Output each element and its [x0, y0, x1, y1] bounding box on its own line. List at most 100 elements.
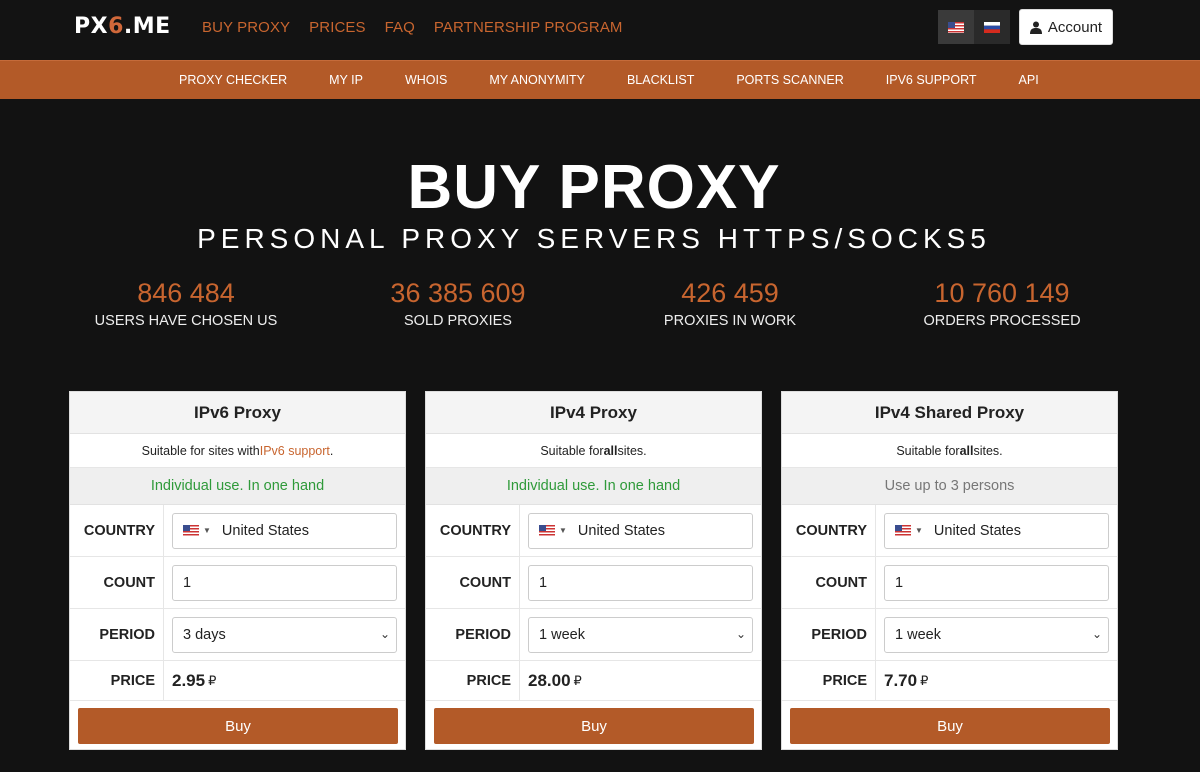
us-flag-icon — [948, 21, 964, 33]
buy-button[interactable]: Buy — [78, 708, 398, 744]
subnav-api[interactable]: API — [1019, 73, 1039, 87]
language-switcher — [938, 10, 1010, 44]
stat-number: 426 459 — [681, 278, 779, 308]
count-label: COUNT — [70, 557, 164, 608]
chevron-down-icon: ⌄ — [379, 626, 390, 641]
subnav-ipv6-support[interactable]: IPV6 SUPPORT — [886, 73, 977, 87]
count-input[interactable]: 1 — [172, 564, 397, 601]
user-icon — [1029, 21, 1042, 34]
price-label: PRICE — [782, 661, 876, 700]
price-label: PRICE — [426, 661, 520, 700]
country-row: COUNTRY ▼ United States — [782, 505, 1117, 557]
nav-prices[interactable]: PRICES — [309, 19, 365, 36]
price-value: 28.00 — [528, 670, 571, 690]
period-label: PERIOD — [426, 609, 520, 660]
price-row: PRICE 7.70 ₽ — [782, 661, 1117, 701]
period-label: PERIOD — [70, 609, 164, 660]
period-row: PERIOD 1 week ⌄ — [782, 609, 1117, 661]
card-title: IPv4 Proxy — [426, 392, 761, 434]
card-suitability: Suitable for all sites. — [426, 434, 761, 468]
ru-flag-icon — [984, 21, 1000, 33]
country-label: COUNTRY — [426, 505, 520, 556]
subnav-proxy-checker[interactable]: PROXY CHECKER — [179, 73, 287, 87]
caret-down-icon: ▼ — [559, 526, 567, 535]
card-usage-note: Use up to 3 persons — [782, 468, 1117, 505]
stat-in-work: 426 459 PROXIES IN WORK — [594, 278, 866, 329]
stats-row: 846 484 USERS HAVE CHOSEN US 36 385 609 SO… — [50, 278, 1138, 329]
account-label: Account — [1047, 18, 1103, 36]
price-value: 7.70 — [884, 670, 918, 690]
card-suitability: Suitable for sites with IPv6 support. — [70, 434, 405, 468]
chevron-down-icon: ⌄ — [1091, 626, 1102, 641]
country-select[interactable]: ▼ United States — [528, 512, 753, 549]
currency-symbol: ₽ — [573, 672, 582, 688]
site-logo[interactable]: PX6.ME — [74, 14, 171, 39]
subnav-blacklist[interactable]: BLACKLIST — [627, 73, 694, 87]
lang-en-button[interactable] — [938, 10, 974, 44]
nav-faq[interactable]: FAQ — [385, 19, 415, 36]
card-usage-note: Individual use. In one hand — [426, 468, 761, 505]
count-row: COUNT 1 — [426, 557, 761, 609]
top-bar: PX6.ME BUY PROXY PRICES FAQ PARTNERSHIP … — [0, 0, 1200, 60]
chevron-down-icon: ⌄ — [735, 626, 746, 641]
us-flag-icon — [539, 525, 555, 536]
period-row: PERIOD 1 week ⌄ — [426, 609, 761, 661]
stat-number: 36 385 609 — [390, 278, 526, 308]
period-select[interactable]: 1 week ⌄ — [528, 616, 753, 653]
card-usage-note: Individual use. In one hand — [70, 468, 405, 505]
country-label: COUNTRY — [70, 505, 164, 556]
tools-nav: PROXY CHECKER MY IP WHOIS MY ANONYMITY B… — [0, 60, 1200, 99]
stat-orders: 10 760 149 ORDERS PROCESSED — [866, 278, 1138, 329]
buy-button[interactable]: Buy — [790, 708, 1110, 744]
us-flag-icon — [895, 525, 911, 536]
stat-label: PROXIES IN WORK — [663, 313, 797, 329]
price-label: PRICE — [70, 661, 164, 700]
us-flag-icon — [183, 525, 199, 536]
period-label: PERIOD — [782, 609, 876, 660]
stat-number: 846 484 — [137, 278, 235, 308]
stat-label: ORDERS PROCESSED — [923, 313, 1081, 329]
count-label: COUNT — [426, 557, 520, 608]
lang-ru-button[interactable] — [974, 10, 1010, 44]
stat-sold: 36 385 609 SOLD PROXIES — [322, 278, 594, 329]
subnav-whois[interactable]: WHOIS — [405, 73, 447, 87]
product-card-ipv6: IPv6 Proxy Suitable for sites with IPv6 … — [69, 391, 406, 750]
period-select[interactable]: 3 days ⌄ — [172, 616, 397, 653]
country-row: COUNTRY ▼ United States — [70, 505, 405, 557]
country-label: COUNTRY — [782, 505, 876, 556]
stat-label: SOLD PROXIES — [404, 313, 512, 329]
nav-buy-proxy[interactable]: BUY PROXY — [202, 19, 290, 36]
count-input[interactable]: 1 — [528, 564, 753, 601]
stat-users: 846 484 USERS HAVE CHOSEN US — [50, 278, 322, 329]
price-value: 2.95 — [172, 670, 206, 690]
card-title: IPv6 Proxy — [70, 392, 405, 434]
stat-label: USERS HAVE CHOSEN US — [94, 313, 278, 329]
subnav-ports-scanner[interactable]: PORTS SCANNER — [736, 73, 843, 87]
count-row: COUNT 1 — [782, 557, 1117, 609]
product-card-ipv4-shared: IPv4 Shared Proxy Suitable for all sites… — [781, 391, 1118, 750]
card-suitability: Suitable for all sites. — [782, 434, 1117, 468]
ipv6-support-link[interactable]: IPv6 support — [260, 444, 330, 458]
price-row: PRICE 28.00 ₽ — [426, 661, 761, 701]
page-title: BUY PROXY — [407, 153, 781, 222]
subnav-my-anonymity[interactable]: MY ANONYMITY — [489, 73, 585, 87]
country-row: COUNTRY ▼ United States — [426, 505, 761, 557]
product-card-ipv4: IPv4 Proxy Suitable for all sites. Indiv… — [425, 391, 762, 750]
count-row: COUNT 1 — [70, 557, 405, 609]
buy-button[interactable]: Buy — [434, 708, 754, 744]
currency-symbol: ₽ — [920, 672, 929, 688]
period-row: PERIOD 3 days ⌄ — [70, 609, 405, 661]
country-select[interactable]: ▼ United States — [884, 512, 1109, 549]
caret-down-icon: ▼ — [915, 526, 923, 535]
count-label: COUNT — [782, 557, 876, 608]
count-input[interactable]: 1 — [884, 564, 1109, 601]
price-row: PRICE 2.95 ₽ — [70, 661, 405, 701]
country-select[interactable]: ▼ United States — [172, 512, 397, 549]
subnav-my-ip[interactable]: MY IP — [329, 73, 363, 87]
period-select[interactable]: 1 week ⌄ — [884, 616, 1109, 653]
nav-partnership[interactable]: PARTNERSHIP PROGRAM — [434, 19, 623, 36]
page-subtitle: PERSONAL PROXY SERVERS HTTPS/SOCKS5 — [197, 223, 991, 254]
caret-down-icon: ▼ — [203, 526, 211, 535]
stat-number: 10 760 149 — [934, 278, 1070, 308]
account-button[interactable]: Account — [1019, 9, 1113, 45]
